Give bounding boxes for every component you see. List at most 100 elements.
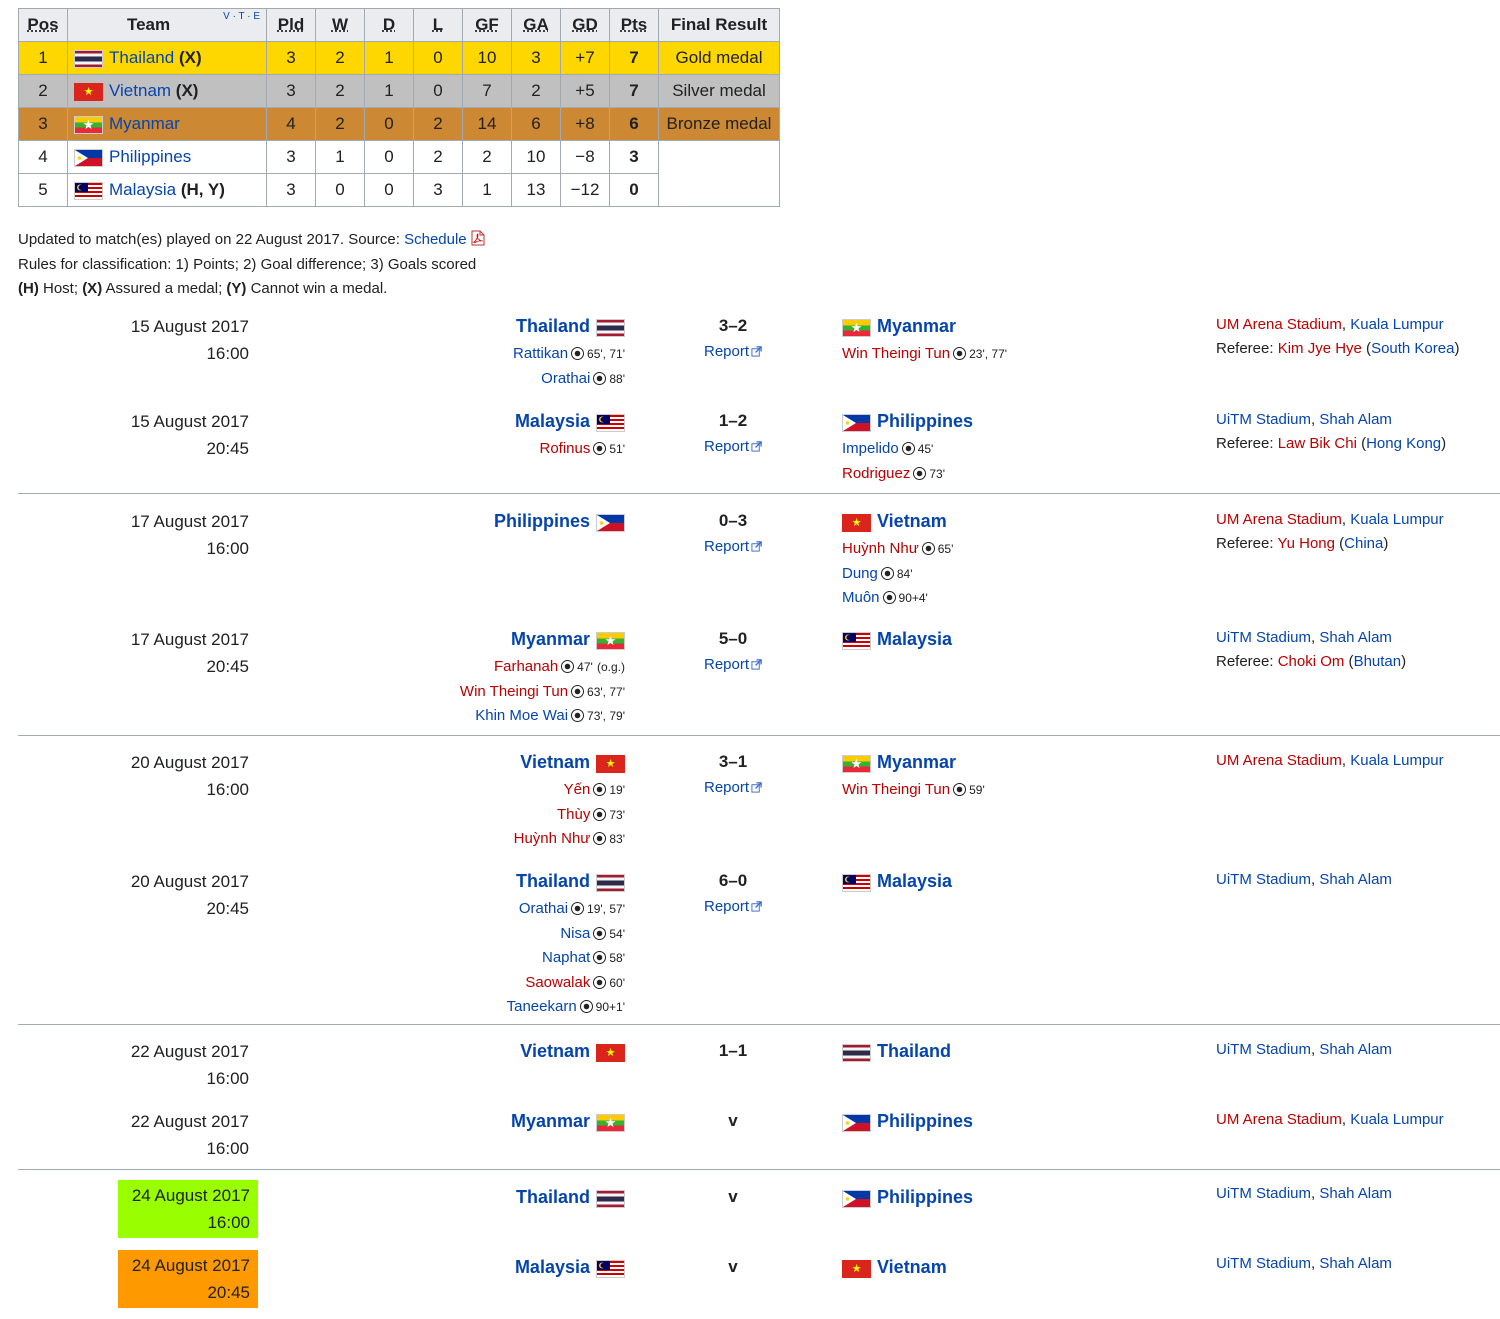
venue-link[interactable]: UiTM Stadium <box>1216 1185 1311 1202</box>
scorer-link[interactable]: Nisa <box>560 925 590 942</box>
home-team-link[interactable]: Vietnam <box>520 752 590 772</box>
city-link[interactable]: Kuala Lumpur <box>1350 316 1443 333</box>
referee-link[interactable]: Kim Jye Hye <box>1278 340 1362 357</box>
scorer-link[interactable]: Yến <box>564 781 591 798</box>
scorer-link[interactable]: Naphat <box>542 949 590 966</box>
report-link[interactable]: Report <box>704 343 762 360</box>
city-link[interactable]: Shah Alam <box>1319 1255 1392 1272</box>
scorer-link[interactable]: Rodriguez <box>842 465 910 482</box>
scorer-link[interactable]: Dung <box>842 565 878 582</box>
scorer-link[interactable]: Impelido <box>842 440 899 457</box>
venue-link[interactable]: UiTM Stadium <box>1216 1041 1311 1058</box>
report-link[interactable]: Report <box>704 538 762 555</box>
team-link[interactable]: Vietnam <box>109 81 171 100</box>
report-link[interactable]: Report <box>704 779 762 796</box>
venue-link[interactable]: UiTM Stadium <box>1216 1255 1311 1272</box>
scorer-link[interactable]: Win Theingi Tun <box>842 781 950 798</box>
team-link[interactable]: Thailand <box>109 48 174 67</box>
scorer-link[interactable]: Farhanah <box>494 658 558 675</box>
venue-link[interactable]: UiTM Stadium <box>1216 871 1311 888</box>
malaysia-flag-icon <box>74 181 103 200</box>
goal-minute: 19' <box>609 783 625 797</box>
away-team-link[interactable]: Myanmar <box>877 752 956 772</box>
team-link[interactable]: Philippines <box>109 147 191 166</box>
away-team-link[interactable]: Vietnam <box>877 1257 947 1277</box>
report-link[interactable]: Report <box>704 656 762 673</box>
venue-link[interactable]: UM Arena Stadium <box>1216 752 1342 769</box>
city-link[interactable]: Shah Alam <box>1319 871 1392 888</box>
referee-country-link[interactable]: Hong Kong <box>1366 435 1441 452</box>
scorer-link[interactable]: Thùy <box>557 806 590 823</box>
scorer-link[interactable]: Win Theingi Tun <box>460 683 568 700</box>
venue-link[interactable]: UiTM Stadium <box>1216 411 1311 428</box>
home-team-link[interactable]: Philippines <box>494 511 590 531</box>
city-link[interactable]: Shah Alam <box>1319 1185 1392 1202</box>
city-link[interactable]: Shah Alam <box>1319 411 1392 428</box>
report-link[interactable]: Report <box>704 438 762 455</box>
city-link[interactable]: Shah Alam <box>1319 1041 1392 1058</box>
away-team-link[interactable]: Philippines <box>877 1111 973 1131</box>
scorer-link[interactable]: Muôn <box>842 589 880 606</box>
away-team-link[interactable]: Thailand <box>877 1041 951 1061</box>
col-pld[interactable]: Pld <box>266 8 316 42</box>
col-w[interactable]: W <box>315 8 365 42</box>
away-team-link[interactable]: Philippines <box>877 411 973 431</box>
scorer-link[interactable]: Huỳnh Như <box>514 830 591 847</box>
team-link[interactable]: Malaysia <box>109 180 176 199</box>
home-team-link[interactable]: Malaysia <box>515 1257 590 1277</box>
away-team-link[interactable]: Malaysia <box>877 629 952 649</box>
col-ga[interactable]: GA <box>511 8 561 42</box>
home-team-link[interactable]: Vietnam <box>520 1041 590 1061</box>
venue-link[interactable]: UM Arena Stadium <box>1216 511 1342 528</box>
scorer-link[interactable]: Rattikan <box>513 345 568 362</box>
scorer-link[interactable]: Orathai <box>541 370 590 387</box>
match-datetime: 15 August 2017 20:45 <box>131 408 249 462</box>
referee-link[interactable]: Choki Om <box>1278 653 1345 670</box>
city-link[interactable]: Shah Alam <box>1319 629 1392 646</box>
home-team-link[interactable]: Thailand <box>516 1187 590 1207</box>
schedule-link[interactable]: Schedule <box>404 231 467 248</box>
scorer-link[interactable]: Rofinus <box>540 440 591 457</box>
venue-link[interactable]: UM Arena Stadium <box>1216 316 1342 333</box>
report-link[interactable]: Report <box>704 898 762 915</box>
referee-country-link[interactable]: Bhutan <box>1354 653 1402 670</box>
city-link[interactable]: Kuala Lumpur <box>1350 511 1443 528</box>
vte-links[interactable]: V · T · E <box>223 11 260 22</box>
referee-country-link[interactable]: China <box>1344 535 1383 552</box>
col-pts[interactable]: Pts <box>609 8 659 42</box>
col-gf[interactable]: GF <box>462 8 512 42</box>
home-team-link[interactable]: Malaysia <box>515 411 590 431</box>
team-suffix: (X) <box>175 81 199 100</box>
referee-link[interactable]: Yu Hong <box>1277 535 1335 552</box>
match-datetime: 22 August 2017 16:00 <box>131 1108 249 1162</box>
away-team-link[interactable]: Philippines <box>877 1187 973 1207</box>
home-team-link[interactable]: Thailand <box>516 316 590 336</box>
away-team-link[interactable]: Malaysia <box>877 871 952 891</box>
scorer-link[interactable]: Khin Moe Wai <box>475 707 568 724</box>
scorer-link[interactable]: Taneekarn <box>507 998 577 1015</box>
city-link[interactable]: Kuala Lumpur <box>1350 752 1443 769</box>
own-goal-link[interactable]: (o.g.) <box>597 660 625 674</box>
col-l[interactable]: L <box>413 8 463 42</box>
team-suffix: (X) <box>178 48 202 67</box>
home-team-link[interactable]: Myanmar <box>511 629 590 649</box>
col-pos[interactable]: Pos <box>18 8 68 42</box>
col-d[interactable]: D <box>364 8 414 42</box>
referee-country-link[interactable]: South Korea <box>1371 340 1454 357</box>
col-gd[interactable]: GD <box>560 8 610 42</box>
city-link[interactable]: Kuala Lumpur <box>1350 1111 1443 1128</box>
scorer-link[interactable]: Huỳnh Như <box>842 540 919 557</box>
venue-link[interactable]: UiTM Stadium <box>1216 629 1311 646</box>
away-team-link[interactable]: Vietnam <box>877 511 947 531</box>
d-cell: 0 <box>364 140 414 174</box>
away-team-link[interactable]: Myanmar <box>877 316 956 336</box>
referee-link[interactable]: Law Bik Chi <box>1278 435 1357 452</box>
scorer-link[interactable]: Saowalak <box>525 974 590 991</box>
home-team-link[interactable]: Thailand <box>516 871 590 891</box>
goal-minute: 59' <box>969 783 985 797</box>
scorer-link[interactable]: Win Theingi Tun <box>842 345 950 362</box>
scorer-link[interactable]: Orathai <box>519 900 568 917</box>
home-team-link[interactable]: Myanmar <box>511 1111 590 1131</box>
team-link[interactable]: Myanmar <box>109 114 180 133</box>
venue-link[interactable]: UM Arena Stadium <box>1216 1111 1342 1128</box>
